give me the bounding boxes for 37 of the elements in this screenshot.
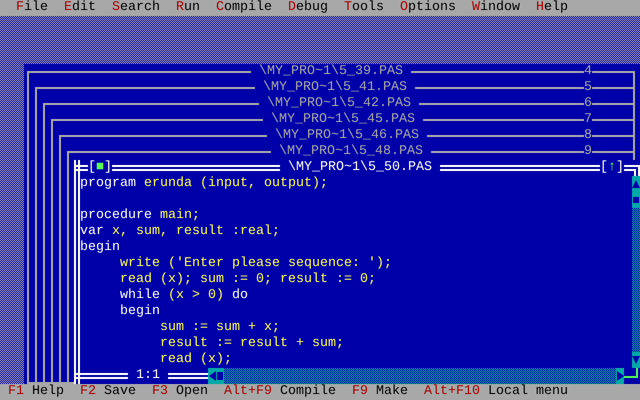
code-line: var x, sum, result :real; [80,224,280,240]
menu-item[interactable]: Compile [216,0,272,16]
status-item[interactable]: F2 Save [80,384,136,400]
code-line: read (x); sum := 0; result := 0; [120,272,376,288]
scrollbar-thumb[interactable] [632,192,640,208]
code-line: write ('Enter please sequence: '); [120,256,392,272]
close-button[interactable]: [■] [88,160,112,176]
arrow-left-icon [208,371,216,381]
menu-item[interactable]: Search [112,0,160,16]
code-line: begin [120,304,160,320]
scroll-down-button[interactable] [632,352,640,368]
menu-item[interactable]: Tools [344,0,384,16]
status-item[interactable]: Alt+F10 Local menu [424,384,568,400]
status-item[interactable]: Alt+F9 Compile [224,384,336,400]
scroll-right-button[interactable] [616,368,624,384]
scroll-left-button[interactable] [208,368,216,384]
scroll-up-button[interactable] [632,176,640,192]
menu-item[interactable]: Options [400,0,456,16]
arrow-right-icon [616,371,624,381]
status-item[interactable]: F9 Make [352,384,408,400]
status-item[interactable]: F1 Help [8,384,64,400]
status-item[interactable]: F3 Open [152,384,208,400]
menu-item[interactable]: Run [176,0,200,16]
code-line: while (x > 0) do [120,288,248,304]
code-line: program erunda (input, output); [80,176,328,192]
code-line: procedure main; [80,208,200,224]
menu-item[interactable]: Help [536,0,568,16]
scrollbar-thumb[interactable] [216,368,224,384]
menu-item[interactable]: Window [472,0,520,16]
code-line: begin [80,240,120,256]
code-line: result := result + sum; [160,336,344,352]
menu-item[interactable]: Debug [288,0,328,16]
code-line: sum := sum + x; [160,320,280,336]
menu-item[interactable]: Edit [64,0,96,16]
code-line: read (x); [160,352,232,368]
menu-item[interactable]: File [16,0,48,16]
zoom-button[interactable]: [↑] [600,160,624,176]
